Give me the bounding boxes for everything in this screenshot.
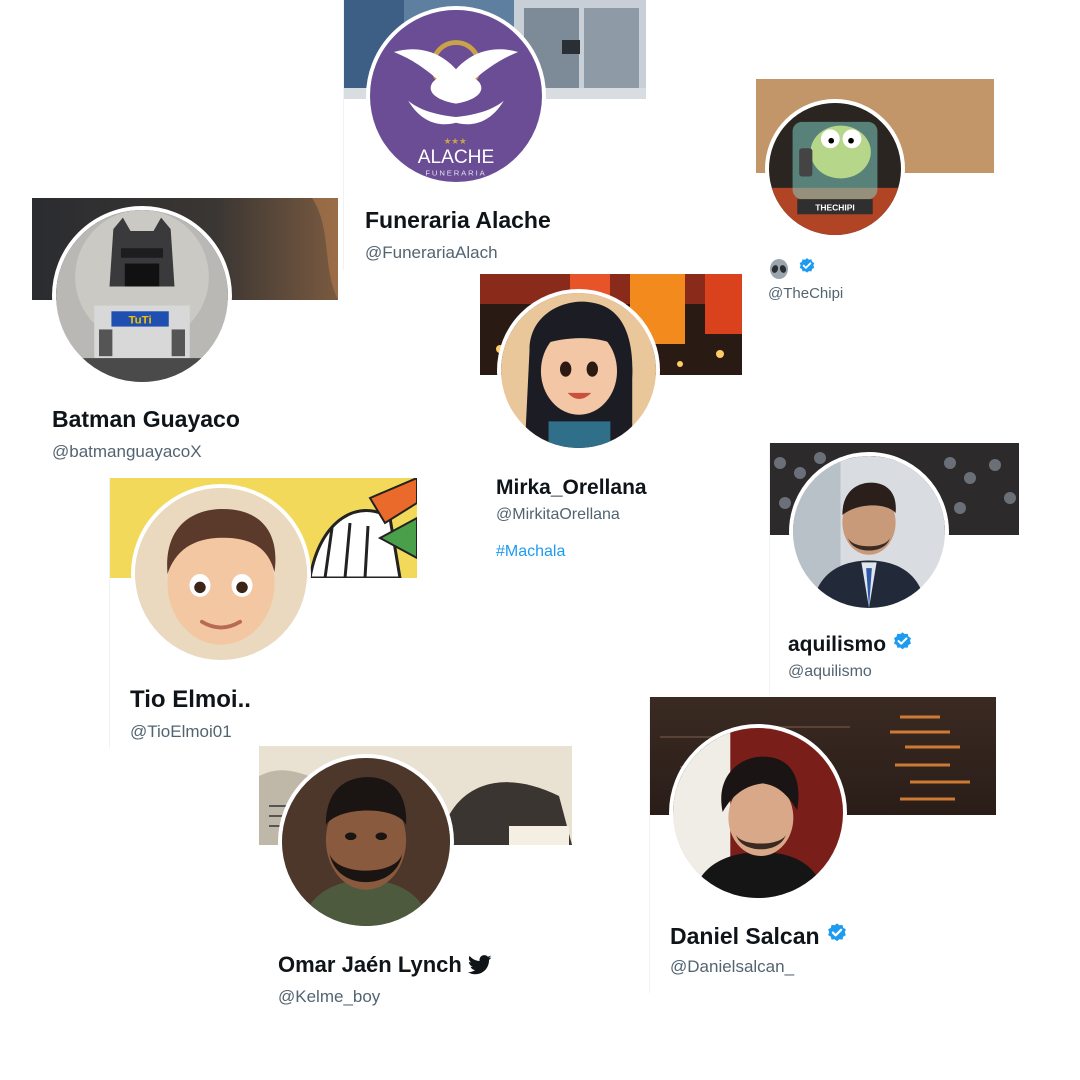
avatar[interactable]: TuTi bbox=[52, 206, 232, 386]
avatar[interactable] bbox=[669, 724, 847, 902]
display-name[interactable]: Omar Jaén Lynch bbox=[278, 952, 492, 978]
profile-card-omar-jaen-lynch[interactable]: Omar Jaén Lynch @Kelme_boy bbox=[259, 746, 572, 1016]
display-name[interactable]: Funeraria Alache bbox=[365, 207, 551, 234]
username-handle[interactable]: @TioElmoi01 bbox=[130, 722, 232, 742]
display-name-text: Daniel Salcan bbox=[670, 922, 820, 949]
avatar[interactable] bbox=[131, 484, 311, 664]
svg-text:★★★: ★★★ bbox=[444, 137, 467, 147]
avatar[interactable]: THECHIPI bbox=[765, 99, 905, 239]
verified-badge-icon bbox=[892, 631, 913, 658]
profile-card-funeraria-alache[interactable]: ★★★ ALACHE FUNERARIA Funeraria Alache @F… bbox=[343, 0, 646, 270]
display-name-text: Omar Jaén Lynch bbox=[278, 952, 462, 977]
profile-card-aquilismo[interactable]: aquilismo @aquilismo bbox=[769, 443, 1019, 695]
display-name-text: Funeraria Alache bbox=[365, 207, 551, 233]
avatar[interactable] bbox=[789, 452, 949, 612]
display-name[interactable]: aquilismo bbox=[788, 631, 913, 658]
profile-card-tio-elmoi[interactable]: Tio Elmoi.. @TioElmoi01 bbox=[109, 478, 417, 748]
svg-text:TuTi: TuTi bbox=[129, 315, 152, 327]
username-handle[interactable]: @batmanguayacoX bbox=[52, 442, 202, 462]
alien-emoji-icon bbox=[768, 258, 790, 280]
svg-text:FUNERARIA: FUNERARIA bbox=[425, 168, 486, 177]
profile-card-mirka-orellana[interactable]: Mirka_Orellana @MirkitaOrellana #Machala bbox=[480, 274, 742, 574]
display-name-text: Tio Elmoi.. bbox=[130, 686, 251, 713]
hashtag-link[interactable]: #Machala bbox=[496, 543, 565, 561]
username-handle[interactable]: @aquilismo bbox=[788, 663, 872, 681]
username-handle[interactable]: @TheChipi bbox=[768, 285, 843, 302]
svg-text:THECHIPI: THECHIPI bbox=[815, 202, 855, 212]
display-name[interactable] bbox=[768, 257, 816, 280]
username-handle[interactable]: @Kelme_boy bbox=[278, 987, 380, 1007]
profile-card-thechipi[interactable]: THECHIPI @TheChipi bbox=[756, 79, 994, 304]
verified-badge-icon bbox=[826, 922, 848, 950]
twitter-bird-icon bbox=[467, 954, 492, 976]
display-name[interactable]: Mirka_Orellana bbox=[496, 476, 647, 500]
display-name-text: Mirka_Orellana bbox=[496, 476, 647, 499]
display-name[interactable]: Tio Elmoi.. bbox=[130, 686, 251, 714]
avatar-logo-text: ALACHE bbox=[418, 147, 494, 168]
display-name[interactable]: Batman Guayaco bbox=[52, 406, 240, 433]
avatar[interactable]: ★★★ ALACHE FUNERARIA bbox=[366, 6, 546, 186]
display-name-text: Batman Guayaco bbox=[52, 406, 240, 432]
avatar[interactable] bbox=[497, 289, 660, 452]
username-handle[interactable]: @Danielsalcan_ bbox=[670, 957, 794, 977]
verified-badge-icon bbox=[798, 257, 816, 280]
profile-card-batman-guayaco[interactable]: TuTi Batman Guayaco @batmanguayacoX bbox=[32, 198, 338, 468]
username-handle[interactable]: @MirkitaOrellana bbox=[496, 506, 620, 524]
username-handle[interactable]: @FunerariaAlach bbox=[365, 243, 498, 263]
display-name-text: aquilismo bbox=[788, 632, 887, 656]
profile-card-daniel-salcan[interactable]: Daniel Salcan @Danielsalcan_ bbox=[649, 697, 996, 993]
display-name[interactable]: Daniel Salcan bbox=[670, 922, 848, 950]
avatar[interactable] bbox=[278, 754, 454, 930]
